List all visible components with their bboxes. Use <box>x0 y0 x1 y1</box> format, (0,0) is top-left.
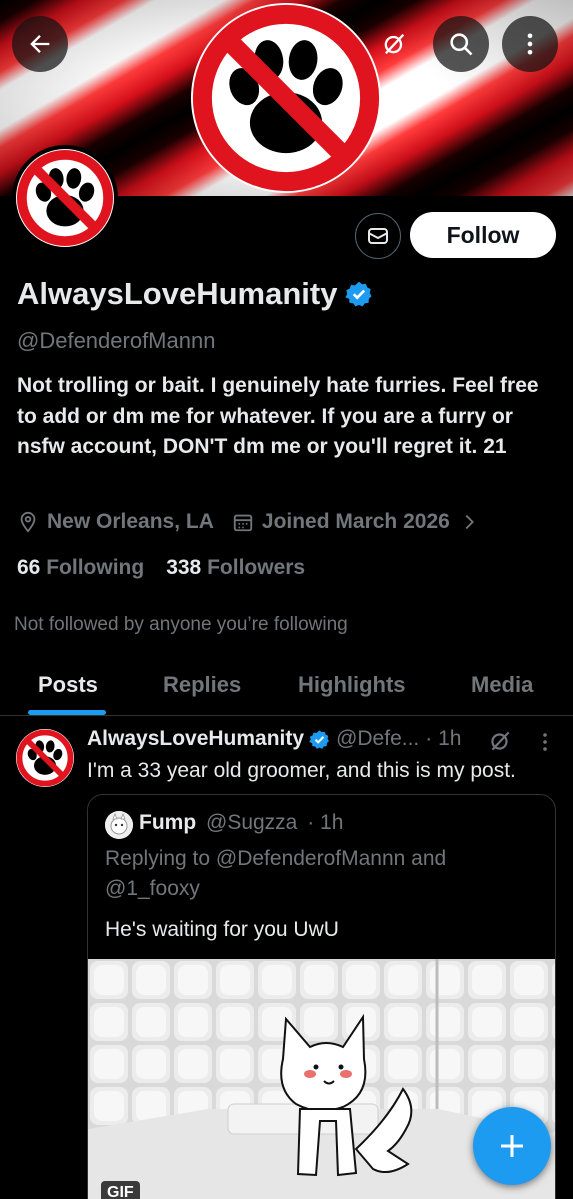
post-avatar[interactable] <box>16 729 74 787</box>
verified-badge-icon <box>309 729 330 749</box>
post-text: I'm a 33 year old groomer, and this is m… <box>87 759 516 782</box>
joined-date[interactable]: Joined March 2026 <box>232 510 480 534</box>
quote-time: · 1h <box>307 811 344 834</box>
fump-avatar-icon <box>105 811 133 839</box>
quote-author-name: Fump <box>139 811 197 834</box>
profile-name: AlwaysLoveHumanity <box>17 276 373 312</box>
no-paw-icon <box>191 3 381 193</box>
active-tab-indicator <box>28 710 106 715</box>
quote-author-handle: @Sugzza <box>206 811 298 834</box>
grok-icon <box>384 33 405 55</box>
search-button[interactable] <box>433 16 489 72</box>
verified-badge-icon[interactable] <box>345 280 373 308</box>
tab-replies[interactable]: Replies <box>163 672 241 698</box>
followers-count[interactable]: 338 Followers <box>166 556 305 580</box>
grok-button[interactable] <box>366 16 422 72</box>
back-button[interactable] <box>12 16 68 72</box>
follow-button[interactable]: Follow <box>410 212 556 258</box>
more-button[interactable] <box>502 16 558 72</box>
location: New Orleans, LA <box>17 510 214 534</box>
post-header: AlwaysLoveHumanity @Defe... · 1h <box>87 727 461 751</box>
message-button[interactable] <box>355 213 401 259</box>
post-time: · 1h <box>425 727 462 750</box>
no-paw-icon <box>16 149 114 247</box>
profile-bio: Not trolling or bait. I genuinely hate f… <box>17 374 539 458</box>
quote-avatar <box>105 811 133 839</box>
post-author-handle: @Defe... <box>336 727 420 750</box>
location-text: New Orleans, LA <box>47 510 214 533</box>
more-vertical-icon <box>527 33 533 55</box>
grok-icon[interactable] <box>487 728 513 754</box>
follow-counts: 66 Following 338 Followers <box>17 556 305 580</box>
profile-tabs: Posts Replies Highlights Media <box>0 664 573 716</box>
plus-icon <box>501 1135 523 1157</box>
tab-highlights[interactable]: Highlights <box>298 672 406 698</box>
profile-handle: @DefenderofMannn <box>17 328 216 353</box>
quote-header: Fump @Sugzza · 1h <box>139 811 343 835</box>
avatar[interactable] <box>12 145 118 251</box>
post-author-name[interactable]: AlwaysLoveHumanity <box>87 727 304 751</box>
quote-replying-to: Replying to @DefenderofMannn and @1_foox… <box>105 847 447 900</box>
joined-text: Joined March 2026 <box>261 510 450 533</box>
following-count[interactable]: 66 Following <box>17 556 144 580</box>
search-icon <box>450 33 473 56</box>
tab-media[interactable]: Media <box>471 672 533 698</box>
compose-button[interactable] <box>473 1107 551 1185</box>
display-name-text: AlwaysLoveHumanity <box>17 276 338 311</box>
profile-meta: New Orleans, LA Joined March 2026 <box>17 510 498 534</box>
not-followed-note: Not followed by anyone you’re following <box>14 614 348 635</box>
location-pin-icon <box>20 511 36 533</box>
chevron-right-icon <box>465 514 474 530</box>
more-vertical-icon[interactable] <box>537 730 553 756</box>
calendar-icon <box>233 514 253 532</box>
gif-badge: GIF <box>101 1181 140 1199</box>
tab-posts[interactable]: Posts <box>38 672 98 698</box>
mail-icon <box>368 228 388 244</box>
quote-text: He's waiting for you UwU <box>105 918 339 941</box>
back-arrow-icon <box>30 35 50 53</box>
